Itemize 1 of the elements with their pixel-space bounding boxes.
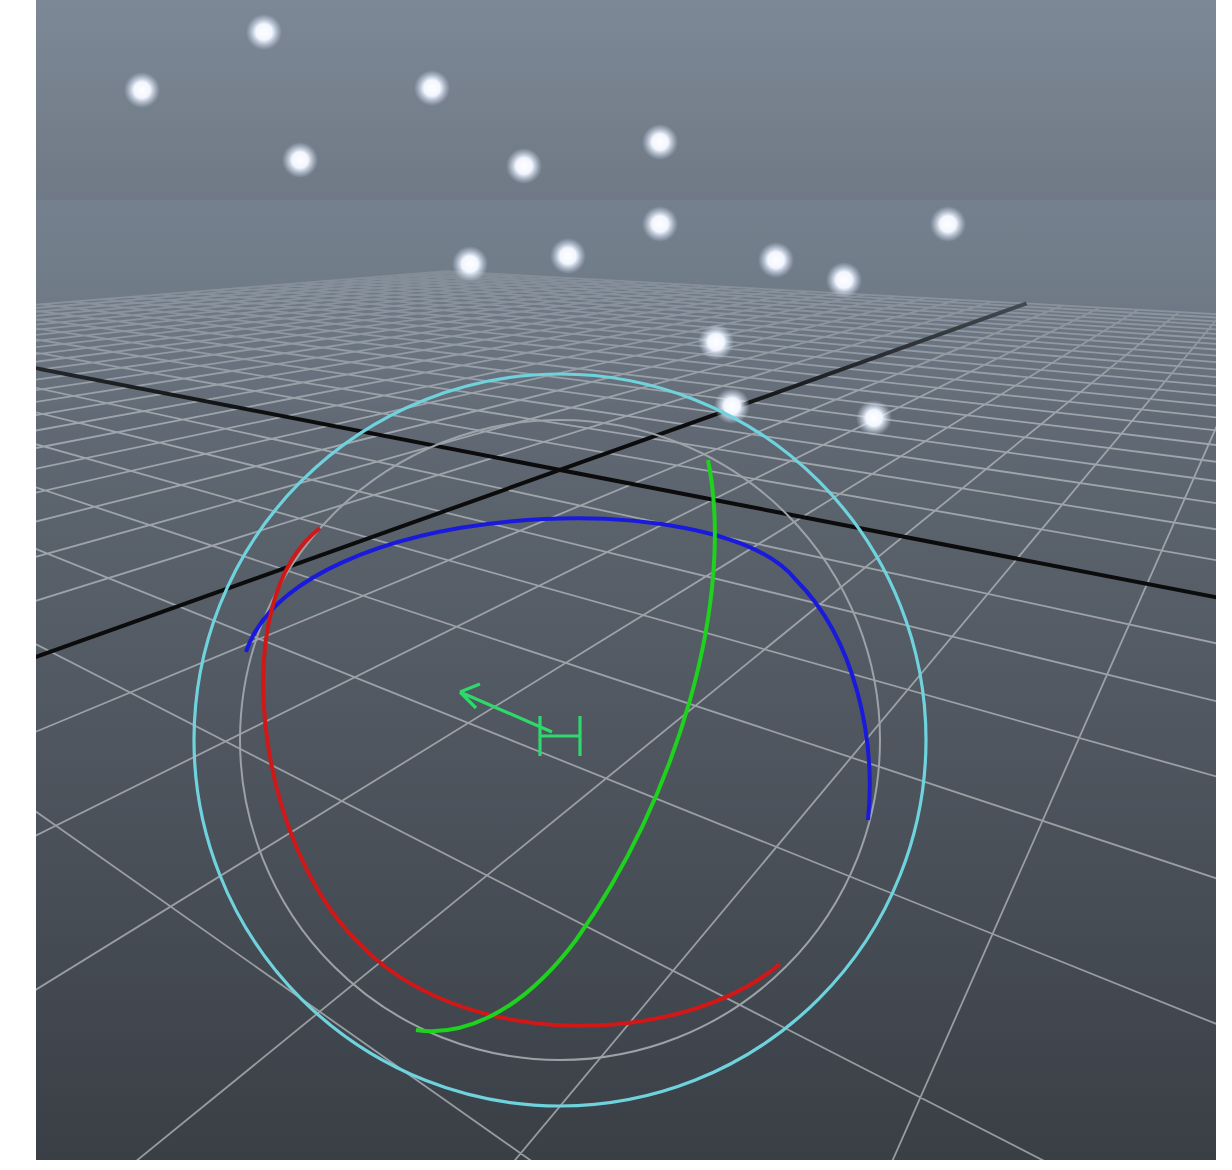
rotate-manipulator-drawing[interactable] <box>192 372 928 1108</box>
